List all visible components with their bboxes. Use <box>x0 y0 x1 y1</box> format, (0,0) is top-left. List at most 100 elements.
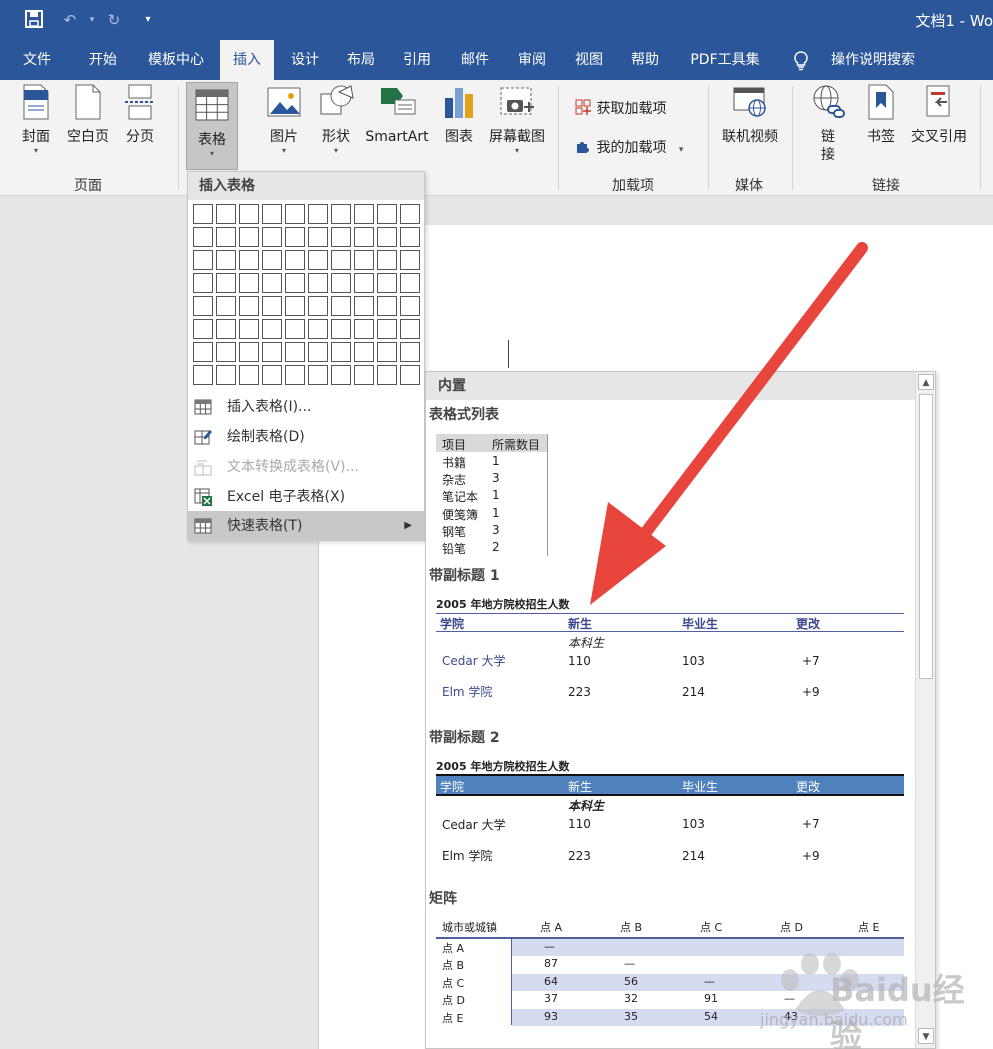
grid-cell[interactable] <box>308 296 328 316</box>
tab-review[interactable]: 审阅 <box>508 40 556 80</box>
grid-cell[interactable] <box>285 273 305 293</box>
grid-cell[interactable] <box>239 365 259 385</box>
smartart-button[interactable]: SmartArt <box>362 84 432 146</box>
grid-cell[interactable] <box>308 365 328 385</box>
grid-cell[interactable] <box>193 342 213 362</box>
grid-cell[interactable] <box>285 319 305 339</box>
grid-cell[interactable] <box>308 319 328 339</box>
grid-cell[interactable] <box>216 319 236 339</box>
grid-cell[interactable] <box>331 296 351 316</box>
grid-cell[interactable] <box>354 227 374 247</box>
grid-cell[interactable] <box>262 204 282 224</box>
grid-cell[interactable] <box>377 319 397 339</box>
menu-item-insert-table[interactable]: 插入表格(I)... <box>188 392 424 422</box>
grid-cell[interactable] <box>331 342 351 362</box>
grid-cell[interactable] <box>285 296 305 316</box>
grid-cell[interactable] <box>377 250 397 270</box>
grid-cell[interactable] <box>193 273 213 293</box>
get-addins-button[interactable]: 获取加载项 <box>574 98 666 118</box>
tab-layout[interactable]: 布局 <box>338 40 384 80</box>
undo-icon[interactable]: ↶ <box>60 10 80 30</box>
online-video-button[interactable]: 联机视频 <box>716 84 784 146</box>
customize-qat-icon[interactable]: ▾ <box>138 10 158 30</box>
grid-cell[interactable] <box>193 250 213 270</box>
grid-cell[interactable] <box>239 273 259 293</box>
grid-cell[interactable] <box>377 273 397 293</box>
tab-home[interactable]: 开始 <box>74 40 132 80</box>
grid-cell[interactable] <box>400 250 420 270</box>
grid-cell[interactable] <box>216 227 236 247</box>
menu-item-draw-table[interactable]: 绘制表格(D) <box>188 422 424 452</box>
grid-cell[interactable] <box>216 342 236 362</box>
screenshot-button[interactable]: 屏幕截图 ▾ <box>484 84 550 156</box>
grid-cell[interactable] <box>331 227 351 247</box>
grid-cell[interactable] <box>262 365 282 385</box>
grid-cell[interactable] <box>262 296 282 316</box>
grid-cell[interactable] <box>285 204 305 224</box>
cover-page-button[interactable]: 封面 ▾ <box>14 84 58 156</box>
grid-cell[interactable] <box>354 250 374 270</box>
grid-cell[interactable] <box>377 296 397 316</box>
tab-design[interactable]: 设计 <box>280 40 330 80</box>
quick-table-subheading-1[interactable]: 2005 年地方院校招生人数 学院 新生 毕业生 更改 本科生 Cedar 大学… <box>436 596 906 708</box>
grid-cell[interactable] <box>400 365 420 385</box>
grid-cell[interactable] <box>354 319 374 339</box>
grid-cell[interactable] <box>400 204 420 224</box>
my-addins-dropdown-icon[interactable]: ▾ <box>679 145 684 155</box>
grid-cell[interactable] <box>285 227 305 247</box>
grid-cell[interactable] <box>308 250 328 270</box>
grid-cell[interactable] <box>285 365 305 385</box>
tab-view[interactable]: 视图 <box>566 40 612 80</box>
grid-cell[interactable] <box>262 342 282 362</box>
shapes-button[interactable]: 形状 ▾ <box>314 84 358 156</box>
tab-insert[interactable]: 插入 <box>220 40 274 80</box>
grid-cell[interactable] <box>377 204 397 224</box>
grid-cell[interactable] <box>262 319 282 339</box>
grid-cell[interactable] <box>331 319 351 339</box>
save-icon[interactable] <box>24 10 44 30</box>
grid-cell[interactable] <box>239 296 259 316</box>
grid-cell[interactable] <box>377 227 397 247</box>
grid-cell[interactable] <box>308 342 328 362</box>
grid-cell[interactable] <box>262 250 282 270</box>
grid-cell[interactable] <box>308 227 328 247</box>
bookmark-button[interactable]: 书签 <box>860 84 902 146</box>
grid-cell[interactable] <box>400 319 420 339</box>
grid-cell[interactable] <box>354 273 374 293</box>
redo-icon[interactable]: ↻ <box>104 10 124 30</box>
grid-cell[interactable] <box>193 296 213 316</box>
tab-references[interactable]: 引用 <box>394 40 440 80</box>
grid-cell[interactable] <box>400 342 420 362</box>
grid-cell[interactable] <box>400 296 420 316</box>
grid-cell[interactable] <box>354 365 374 385</box>
tab-file[interactable]: 文件 <box>8 40 66 80</box>
grid-cell[interactable] <box>331 204 351 224</box>
grid-cell[interactable] <box>285 250 305 270</box>
grid-cell[interactable] <box>239 342 259 362</box>
grid-cell[interactable] <box>262 273 282 293</box>
scroll-up-icon[interactable]: ▲ <box>918 374 934 390</box>
grid-cell[interactable] <box>285 342 305 362</box>
grid-cell[interactable] <box>354 204 374 224</box>
tab-mailings[interactable]: 邮件 <box>452 40 498 80</box>
lightbulb-icon[interactable] <box>790 50 812 72</box>
grid-cell[interactable] <box>331 273 351 293</box>
grid-cell[interactable] <box>193 227 213 247</box>
grid-cell[interactable] <box>354 342 374 362</box>
grid-cell[interactable] <box>354 296 374 316</box>
link-button[interactable]: 链 接 <box>806 84 850 164</box>
grid-cell[interactable] <box>308 204 328 224</box>
tab-templates[interactable]: 模板中心 <box>140 40 212 80</box>
quick-table-tabular-list[interactable]: 项目 所需数目 书籍 1 杂志 3 笔记本 1 便笺簿 1 钢笔 3 铅笔 2 <box>436 434 548 556</box>
tell-me-search[interactable]: 操作说明搜索 <box>818 40 928 80</box>
grid-cell[interactable] <box>262 227 282 247</box>
grid-cell[interactable] <box>216 365 236 385</box>
grid-cell[interactable] <box>216 273 236 293</box>
grid-cell[interactable] <box>193 204 213 224</box>
grid-cell[interactable] <box>377 342 397 362</box>
undo-dropdown-icon[interactable]: ▾ <box>82 10 102 30</box>
cross-reference-button[interactable]: 交叉引用 <box>906 84 972 146</box>
grid-cell[interactable] <box>400 273 420 293</box>
grid-cell[interactable] <box>239 250 259 270</box>
grid-cell[interactable] <box>377 365 397 385</box>
